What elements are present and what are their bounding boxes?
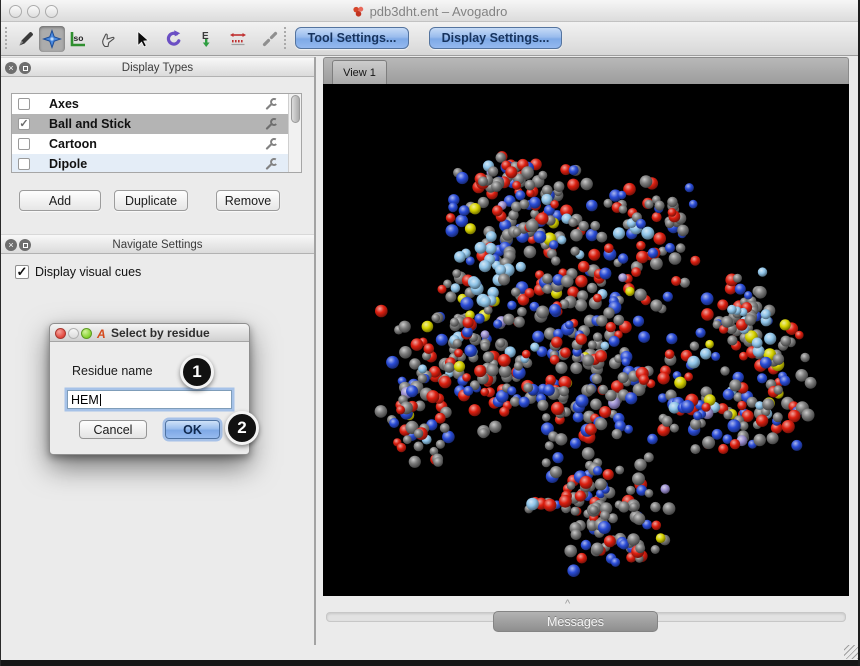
cursor-arrow-icon bbox=[132, 29, 152, 49]
display-settings-button[interactable]: Display Settings... bbox=[429, 27, 562, 49]
display-types-header: × Display Types bbox=[1, 57, 314, 77]
measure-icon bbox=[228, 29, 248, 49]
scrollbar-thumb[interactable] bbox=[291, 95, 300, 123]
add-button[interactable]: Add bbox=[19, 190, 101, 211]
molecule-render bbox=[323, 84, 849, 596]
pencil-icon bbox=[16, 29, 36, 49]
remove-button[interactable]: Remove bbox=[216, 190, 280, 211]
messages-button[interactable]: Messages bbox=[493, 611, 658, 632]
optimize-icon: E bbox=[196, 29, 216, 49]
wrench-icon[interactable] bbox=[264, 137, 277, 150]
annotation-badge-1: 1 bbox=[180, 355, 214, 389]
cancel-button[interactable]: Cancel bbox=[79, 420, 147, 439]
annotation-badge-2: 2 bbox=[225, 411, 259, 445]
dialog-zoom-button[interactable] bbox=[81, 328, 92, 339]
navigate-settings-title: Navigate Settings bbox=[1, 235, 314, 255]
display-type-row-axes[interactable]: Axes bbox=[12, 94, 301, 114]
wrench-icon[interactable] bbox=[264, 97, 277, 110]
window-bottom-edge bbox=[1, 660, 858, 666]
navigate-settings-header: × Navigate Settings bbox=[1, 234, 314, 254]
panel-splitter[interactable] bbox=[314, 57, 316, 645]
resize-grip[interactable] bbox=[844, 645, 858, 659]
dialog-minimize-button[interactable] bbox=[68, 328, 79, 339]
toolbar: so E bbox=[1, 22, 858, 56]
wrench-icon[interactable] bbox=[264, 157, 277, 170]
tool-settings-button[interactable]: Tool Settings... bbox=[295, 27, 409, 49]
display-visual-cues-label: Display visual cues bbox=[35, 265, 141, 279]
display-types-title: Display Types bbox=[1, 58, 314, 78]
tab-view-1[interactable]: View 1 bbox=[332, 60, 387, 85]
manipulate-tool-button[interactable] bbox=[95, 26, 121, 52]
title-bar: pdb3dht.ent – Avogadro bbox=[1, 0, 858, 22]
avogadro-dialog-icon: A bbox=[97, 327, 106, 341]
cartoon-checkbox[interactable] bbox=[18, 138, 30, 150]
align-icon bbox=[260, 29, 280, 49]
navigate-tool-button[interactable] bbox=[39, 26, 65, 52]
app-window: pdb3dht.ent – Avogadro so bbox=[0, 0, 860, 666]
view-tab-bar: View 1 bbox=[323, 57, 849, 84]
bond-centric-icon: so bbox=[68, 29, 88, 49]
ball-and-stick-checkbox[interactable]: ✓ bbox=[18, 118, 30, 130]
svg-text:so: so bbox=[74, 33, 84, 43]
dialog-title-bar: A Select by residue bbox=[50, 324, 249, 342]
collapse-caret-icon[interactable]: ^ bbox=[565, 598, 570, 610]
residue-name-input[interactable]: HEM bbox=[67, 390, 232, 409]
wrench-icon[interactable] bbox=[264, 117, 277, 130]
rotate-icon bbox=[164, 29, 184, 49]
window-title: pdb3dht.ent – Avogadro bbox=[370, 4, 508, 19]
dialog-title: Select by residue bbox=[111, 326, 210, 340]
auto-rotate-tool-button[interactable] bbox=[161, 26, 187, 52]
display-visual-cues-checkbox[interactable]: ✓ bbox=[15, 265, 29, 279]
display-type-row-ball-and-stick[interactable]: ✓ Ball and Stick bbox=[12, 114, 301, 134]
list-scrollbar[interactable] bbox=[288, 94, 301, 172]
toolbar-handle[interactable] bbox=[5, 27, 7, 51]
avogadro-app-icon bbox=[352, 5, 365, 18]
molecule-viewport[interactable] bbox=[323, 84, 849, 596]
toolbar-separator bbox=[284, 27, 286, 51]
measure-tool-button[interactable] bbox=[225, 26, 251, 52]
select-by-residue-dialog: A Select by residue Residue name HEM Can… bbox=[49, 323, 250, 455]
display-type-row-dipole[interactable]: Dipole bbox=[12, 154, 301, 173]
axes-checkbox[interactable] bbox=[18, 98, 30, 110]
display-types-list: Axes ✓ Ball and Stick Cartoon Dipole bbox=[11, 93, 302, 173]
hand-icon bbox=[98, 29, 118, 49]
navigate-star-icon bbox=[42, 29, 62, 49]
draw-tool-button[interactable] bbox=[13, 26, 39, 52]
dipole-checkbox[interactable] bbox=[18, 158, 30, 170]
display-type-row-cartoon[interactable]: Cartoon bbox=[12, 134, 301, 154]
auto-optimize-tool-button[interactable]: E bbox=[193, 26, 219, 52]
selection-tool-button[interactable] bbox=[129, 26, 155, 52]
bond-centric-tool-button[interactable]: so bbox=[65, 26, 91, 52]
residue-name-label: Residue name bbox=[72, 364, 153, 378]
text-caret bbox=[100, 394, 101, 406]
ok-button[interactable]: OK bbox=[165, 420, 220, 439]
align-tool-button[interactable] bbox=[257, 26, 283, 52]
duplicate-button[interactable]: Duplicate bbox=[114, 190, 188, 211]
dialog-close-button[interactable] bbox=[55, 328, 66, 339]
